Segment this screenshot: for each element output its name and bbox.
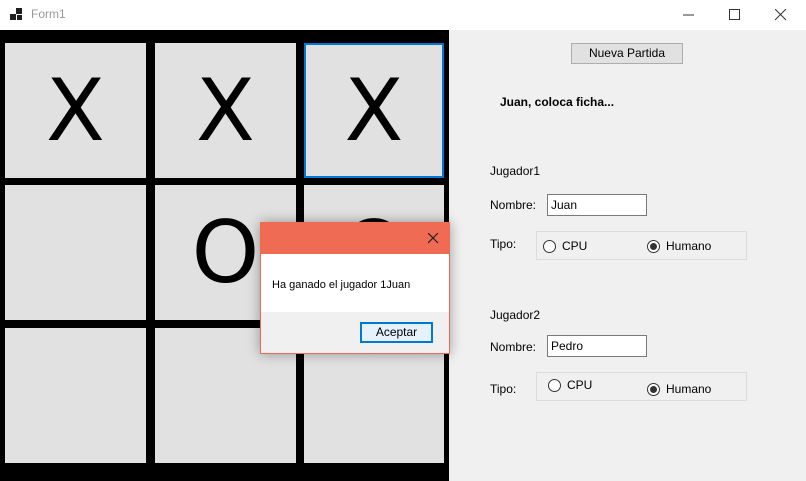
player1-human-radio[interactable] [647,240,660,253]
form-app-icon [10,8,24,22]
board-cell-3[interactable]: X [304,43,444,178]
player2-heading: Jugador2 [490,308,541,322]
board-cell-2[interactable]: X [155,43,296,178]
player2-human-radio[interactable] [647,383,660,396]
player1-type-label: Tipo: [490,237,517,251]
player1-human-label: Humano [666,239,712,253]
player1-cpu-label: CPU [562,239,588,253]
board-cell-7[interactable] [5,328,146,463]
player1-type-group: CPU Humano [536,231,747,260]
board-cell-4[interactable] [5,185,146,320]
maximize-icon [729,9,740,20]
maximize-button[interactable] [712,0,758,30]
win-message-dialog: Ha ganado el jugador 1Juan Aceptar [260,222,450,354]
minimize-icon [683,14,694,16]
radio-selected-dot [650,243,657,250]
settings-panel: Nueva Partida Juan, coloca ficha... Juga… [449,30,806,481]
dialog-close-button[interactable] [417,223,449,254]
window-title: Form1 [31,7,66,21]
dialog-message: Ha ganado el jugador 1Juan [272,279,411,291]
player1-heading: Jugador1 [490,164,541,178]
player1-name-input[interactable]: Juan [547,194,647,216]
player1-cpu-radio[interactable] [543,240,556,253]
close-icon [775,9,787,21]
radio-selected-dot [650,386,657,393]
player2-type-label: Tipo: [490,382,517,396]
title-bar[interactable]: Form1 [0,0,806,30]
minimize-button[interactable] [666,0,712,30]
player2-name-input[interactable]: Pedro [547,335,647,357]
player2-type-group: CPU Humano [536,372,747,401]
board-cell-1[interactable]: X [5,43,146,178]
player2-cpu-radio[interactable] [548,379,561,392]
dialog-body: Ha ganado el jugador 1Juan [261,254,449,312]
player1-name-label: Nombre: [490,198,537,212]
new-game-button[interactable]: Nueva Partida [571,43,683,64]
turn-status-label: Juan, coloca ficha... [500,95,615,109]
close-icon [428,233,439,244]
main-window: Form1 X X X O O Nueva Partida [0,0,806,481]
player2-name-label: Nombre: [490,340,537,354]
dialog-title-bar[interactable] [261,223,449,254]
accept-button[interactable]: Aceptar [360,322,433,343]
close-button[interactable] [758,0,804,30]
player2-cpu-label: CPU [567,378,593,392]
player2-human-label: Humano [666,382,712,396]
